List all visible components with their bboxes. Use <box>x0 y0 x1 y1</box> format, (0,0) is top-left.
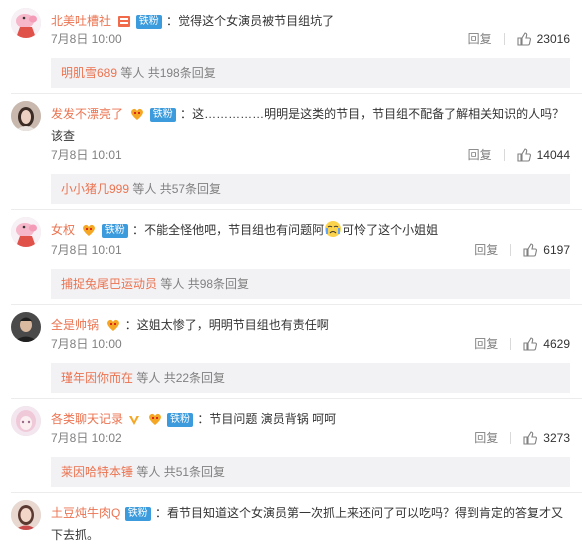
anime-girl-avatar-icon <box>11 406 41 436</box>
replies-summary[interactable]: 捕捉兔尾巴运动员 等人 共98条回复 <box>51 269 570 299</box>
woman-portrait-avatar-icon <box>11 500 41 530</box>
comment-text: 发发不漂亮了 铁粉 ：这……………明明是这类的节目，节目组不配备了解相关知识的人… <box>51 107 565 143</box>
comment-actions: 回复 14044 <box>468 145 570 165</box>
like-count: 14044 <box>536 148 570 162</box>
divider <box>11 304 582 305</box>
username[interactable]: 北美吐槽社 <box>51 14 111 28</box>
thumbs-up-icon <box>523 431 538 445</box>
peppa-pig-avatar-icon <box>11 8 41 38</box>
comment-body: 觉得这个女演员被节目组坑了 <box>178 14 335 28</box>
like-button[interactable]: 6197 <box>523 240 570 260</box>
reply-user-link[interactable]: 小小猪几999 <box>61 182 129 196</box>
username[interactable]: 全是帅锅 <box>51 318 99 332</box>
comment-body: 这姐太惨了，明明节目组也有责任啊 <box>136 318 329 332</box>
avatar[interactable] <box>11 406 41 436</box>
medal-icon <box>117 14 131 28</box>
username[interactable]: 各类聊天记录 <box>51 412 123 426</box>
fan-badge[interactable]: 铁粉 <box>101 224 128 238</box>
comment-text: 全是帅锅 ：这姐太惨了，明明节目组也有责任啊 <box>51 318 329 332</box>
comment-actions: 回复 4629 <box>474 334 570 354</box>
username[interactable]: 土豆炖牛肉Q <box>51 506 120 520</box>
replies-summary[interactable]: 瑾年因你而在 等人 共22条回复 <box>51 363 570 393</box>
heart-medal-icon <box>129 107 145 121</box>
fan-badge[interactable]: 铁粉 <box>167 413 194 427</box>
username[interactable]: 女权 <box>51 223 75 237</box>
comment-body: 节目问题 演员背锅 呵呵 <box>209 412 337 426</box>
replies-summary[interactable]: 莱因哈特本锤 等人 共51条回复 <box>51 457 570 487</box>
heart-medal-icon <box>105 318 121 332</box>
thumbs-up-icon <box>523 337 538 351</box>
divider <box>11 492 582 493</box>
like-count: 6197 <box>543 243 570 257</box>
comment-text: 各类聊天记录 铁粉 ：节目问题 演员背锅 呵呵 <box>51 412 337 427</box>
avatar[interactable] <box>11 217 41 247</box>
comment-body-continued: 可怜了这个小姐姐 <box>342 223 439 237</box>
like-button[interactable]: 4629 <box>523 334 570 354</box>
heart-medal-icon <box>81 223 97 237</box>
thumbs-up-icon <box>517 32 531 46</box>
avatar[interactable] <box>11 500 41 530</box>
comment-actions: 回复 23016 <box>468 29 570 49</box>
reply-button[interactable]: 回复 <box>468 149 505 161</box>
crying-emoji-icon <box>324 220 342 245</box>
timestamp: 7月8日 10:00 <box>51 32 122 46</box>
reply-user-link[interactable]: 明肌雪689 <box>61 66 117 80</box>
username[interactable]: 发发不漂亮了 <box>51 107 123 121</box>
like-button[interactable]: 14044 <box>517 145 570 165</box>
reply-button[interactable]: 回复 <box>468 33 505 45</box>
fan-badge[interactable]: 铁粉 <box>135 15 162 29</box>
replies-summary[interactable]: 明肌雪689 等人 共198条回复 <box>51 58 570 88</box>
reply-count-text: 等人 共51条回复 <box>136 465 226 479</box>
comment-actions: 回复 3273 <box>474 428 570 448</box>
woman-portrait-avatar-icon <box>11 101 41 131</box>
like-count: 3273 <box>543 431 570 445</box>
reply-user-link[interactable]: 莱因哈特本锤 <box>61 465 133 479</box>
avatar[interactable] <box>11 312 41 342</box>
reply-button[interactable]: 回复 <box>474 432 512 444</box>
timestamp: 7月8日 10:01 <box>51 243 122 257</box>
fan-badge[interactable]: 铁粉 <box>149 108 176 122</box>
reply-button[interactable]: 回复 <box>474 338 512 350</box>
reply-count-text: 等人 共198条回复 <box>120 66 216 80</box>
verified-v-icon <box>128 414 140 426</box>
reply-count-text: 等人 共98条回复 <box>160 277 250 291</box>
replies-summary[interactable]: 小小猪几999 等人 共57条回复 <box>51 174 570 204</box>
comment-body: 这……………明明是这类的节目，节目组不配备了解相关知识的人吗？该查 <box>51 107 565 143</box>
peppa-pig-avatar-icon <box>11 217 41 247</box>
like-count: 4629 <box>543 337 570 351</box>
divider <box>11 398 582 399</box>
like-button[interactable]: 23016 <box>517 29 570 49</box>
fan-badge[interactable]: 铁粉 <box>124 507 151 521</box>
comment-list: 北美吐槽社 铁粉 ：觉得这个女演员被节目组坑了 7月8日 10:00 回复 23… <box>0 0 582 542</box>
divider <box>11 209 582 210</box>
man-portrait-avatar-icon <box>11 312 41 342</box>
avatar[interactable] <box>11 101 41 131</box>
comment-actions: 回复 6197 <box>474 240 570 260</box>
reply-button[interactable]: 回复 <box>474 244 512 256</box>
comment-body: 不能全怪他吧，节目组也有问题阿 <box>144 223 325 237</box>
reply-user-link[interactable]: 瑾年因你而在 <box>61 371 133 385</box>
like-button[interactable]: 3273 <box>523 428 570 448</box>
thumbs-up-icon <box>517 148 531 162</box>
reply-count-text: 等人 共22条回复 <box>136 371 226 385</box>
thumbs-up-icon <box>523 243 538 257</box>
timestamp: 7月8日 10:01 <box>51 148 122 162</box>
timestamp: 7月8日 10:00 <box>51 337 122 351</box>
avatar[interactable] <box>11 8 41 38</box>
divider <box>11 93 582 94</box>
comment-text: 土豆炖牛肉Q 铁粉 ：看节目知道这个女演员第一次抓上来还问了可以吃吗？得到肯定的… <box>51 506 564 542</box>
reply-count-text: 等人 共57条回复 <box>132 182 222 196</box>
reply-user-link[interactable]: 捕捉兔尾巴运动员 <box>61 277 157 291</box>
heart-medal-icon <box>147 412 163 426</box>
timestamp: 7月8日 10:02 <box>51 431 122 445</box>
like-count: 23016 <box>536 32 570 46</box>
